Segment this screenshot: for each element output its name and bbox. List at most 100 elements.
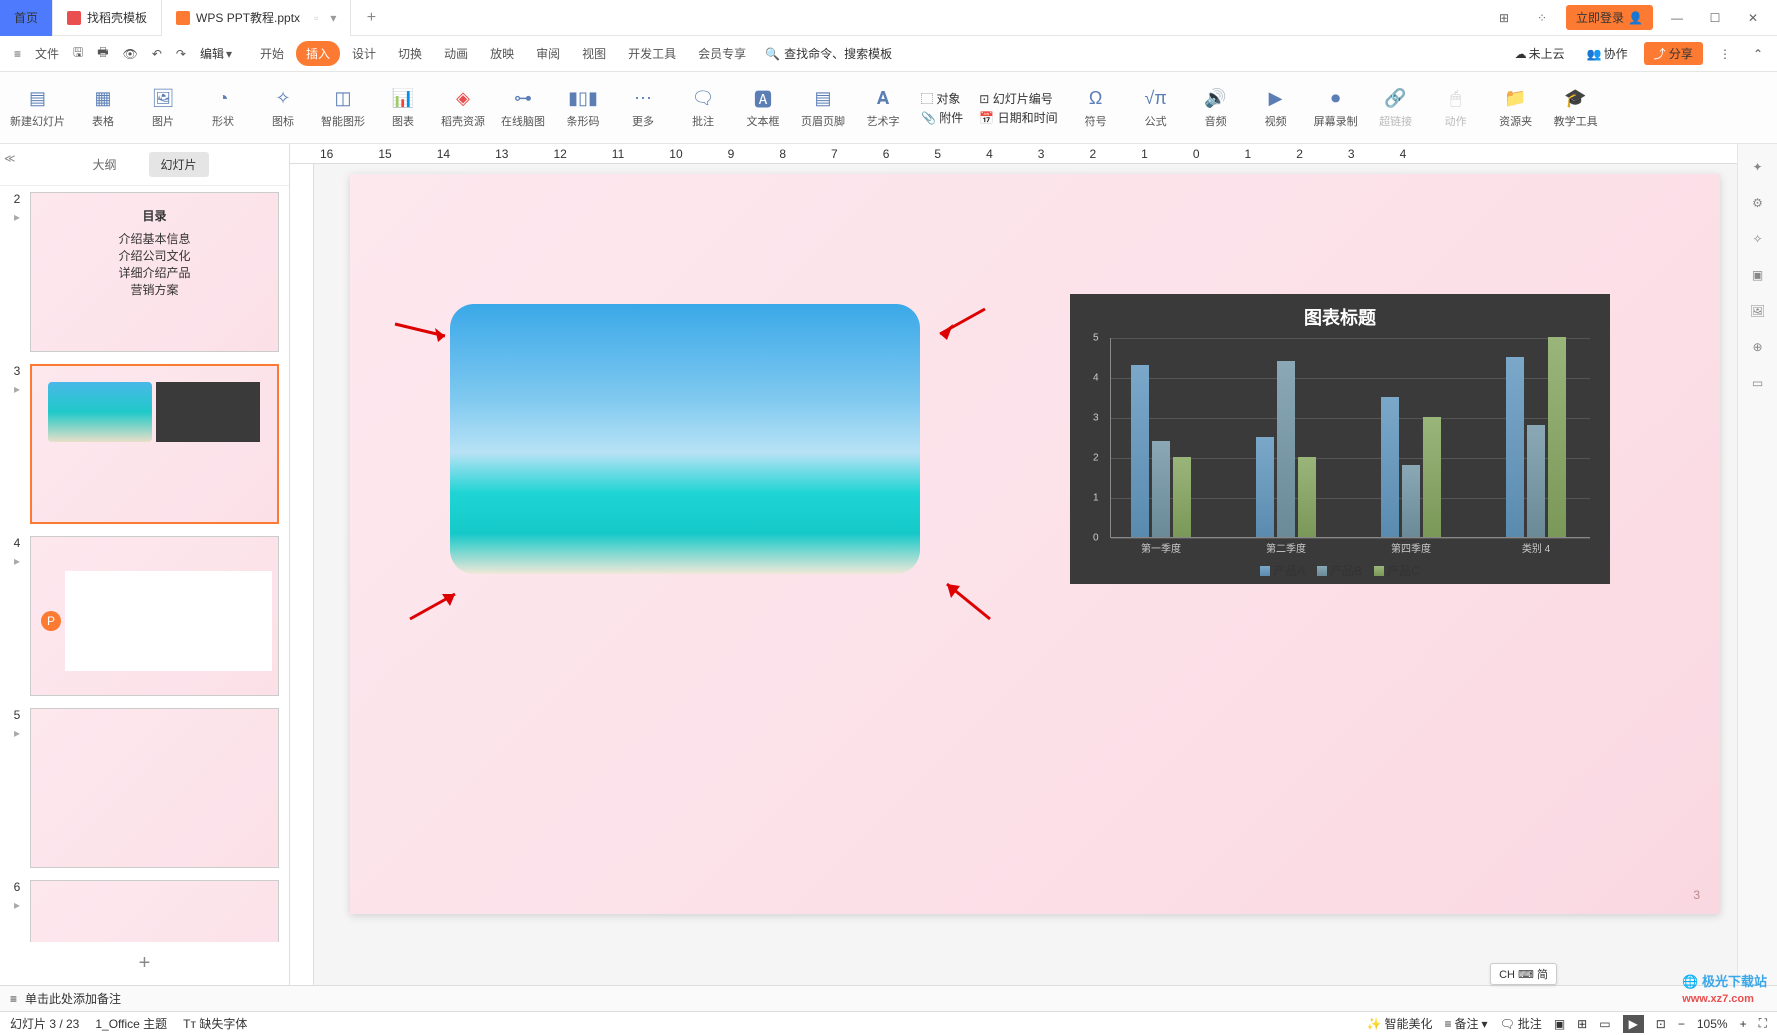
outline-tab[interactable]: 大纲	[80, 152, 128, 177]
slide-thumb-3[interactable]: 3▸	[10, 364, 279, 524]
comment-button[interactable]: 🗨批注	[681, 87, 725, 129]
layout-icon[interactable]: ⊞	[1490, 4, 1518, 32]
view-reading-icon[interactable]: ▭	[1599, 1017, 1610, 1031]
slide-thumb-4[interactable]: 4▸ P	[10, 536, 279, 696]
tab-start[interactable]: 开始	[250, 41, 294, 66]
view-sorter-icon[interactable]: ⊞	[1577, 1017, 1587, 1031]
new-slide-button[interactable]: ▤新建幻灯片	[10, 87, 65, 129]
action-button[interactable]: 🖱动作	[1434, 87, 1478, 129]
add-slide-button[interactable]: +	[0, 942, 289, 985]
search-icon: 🔍	[765, 47, 780, 61]
close-button[interactable]: ✕	[1739, 4, 1767, 32]
tab-transition[interactable]: 切换	[388, 41, 432, 66]
hyperlink-button[interactable]: 🔗超链接	[1374, 87, 1418, 129]
file-menu[interactable]: 文件	[29, 41, 65, 66]
slide-icon[interactable]: ▭	[1747, 372, 1769, 394]
headerfooter-button[interactable]: ▤页眉页脚	[801, 87, 845, 129]
tab-menu-icon[interactable]: ▫	[314, 11, 318, 25]
tab-slideshow[interactable]: 放映	[480, 41, 524, 66]
tab-view[interactable]: 视图	[572, 41, 616, 66]
tab-member[interactable]: 会员专享	[688, 41, 756, 66]
resources-button[interactable]: 📁资源夹	[1494, 87, 1538, 129]
print-icon[interactable]: 🖶	[91, 39, 114, 68]
edit-menu[interactable]: 编辑 ▾	[194, 41, 238, 66]
login-button[interactable]: 立即登录👤	[1566, 5, 1653, 30]
save-icon[interactable]: 🖫	[67, 39, 89, 68]
notes-bar[interactable]: ≡ 单击此处添加备注	[0, 985, 1777, 1011]
more-button[interactable]: ⋯更多	[621, 87, 665, 129]
settings-icon[interactable]: ⚙	[1747, 192, 1769, 214]
notes-toggle[interactable]: ≡ 备注 ▾	[1445, 1015, 1488, 1032]
view-normal-icon[interactable]: ▣	[1554, 1017, 1565, 1031]
textbox-button[interactable]: 🅰文本框	[741, 87, 785, 129]
slidenum-button[interactable]: ⊡ 幻灯片编号	[979, 90, 1057, 107]
shape-button[interactable]: ◔形状	[201, 87, 245, 129]
fullscreen-icon[interactable]: ⛶	[1759, 1016, 1767, 1031]
close-tab-icon[interactable]: ▾	[330, 11, 336, 25]
object-button[interactable]: ⬚ 对象	[921, 90, 963, 107]
slides-tab[interactable]: 幻灯片	[149, 152, 209, 177]
picture-button[interactable]: 🖼图片	[141, 87, 185, 129]
slide-thumb-2[interactable]: 2▸ 目录介绍基本信息介绍公司文化详细介绍产品营销方案	[10, 192, 279, 352]
more-menu-icon[interactable]: ⋮	[1713, 43, 1737, 65]
menu-icon[interactable]: ≡	[8, 43, 27, 65]
slide-thumb-5[interactable]: 5▸	[10, 708, 279, 868]
collapse-ribbon-icon[interactable]: ⌃	[1747, 43, 1769, 65]
apps-icon[interactable]: ⁘	[1528, 4, 1556, 32]
slideshow-button[interactable]: ▶	[1623, 1015, 1644, 1033]
tab-design[interactable]: 设计	[342, 41, 386, 66]
barcode-button[interactable]: ▮▯▮条形码	[561, 87, 605, 129]
not-cloud-button[interactable]: ☁ 未上云	[1509, 41, 1571, 66]
image-icon[interactable]: 🖼	[1747, 300, 1769, 322]
tab-review[interactable]: 审阅	[526, 41, 570, 66]
rlbl: 条形码	[567, 113, 600, 129]
equation-button[interactable]: √π公式	[1134, 87, 1178, 129]
slides-list[interactable]: 2▸ 目录介绍基本信息介绍公司文化详细介绍产品营销方案 3▸ 4▸ P 5▸ 6…	[0, 186, 289, 942]
tab-animation[interactable]: 动画	[434, 41, 478, 66]
tab-document[interactable]: WPS PPT教程.pptx▫▾	[162, 0, 351, 36]
minimize-button[interactable]: —	[1663, 4, 1691, 32]
maximize-button[interactable]: ☐	[1701, 4, 1729, 32]
tab-insert[interactable]: 插入	[296, 41, 340, 66]
command-search[interactable]: 🔍查找命令、搜索模板	[758, 42, 899, 65]
pin-icon[interactable]: ⊕	[1747, 336, 1769, 358]
icon-button[interactable]: ✧图标	[261, 87, 305, 129]
screenrec-button[interactable]: ⏺屏幕录制	[1314, 87, 1358, 129]
slide-canvas[interactable]: 图表标题 012345第一季度第二季度第四季度类别 4 产品A产品B产品C 3	[350, 174, 1720, 914]
tab-templates[interactable]: 找稻壳模板	[53, 0, 162, 36]
comments-toggle[interactable]: 🗨 批注	[1500, 1015, 1542, 1032]
wordart-button[interactable]: 𝐀艺术字	[861, 87, 905, 129]
add-tab-button[interactable]: +	[351, 9, 391, 27]
ime-indicator[interactable]: CH ⌨ 简	[1490, 963, 1557, 985]
undo-icon[interactable]: ↶	[146, 43, 168, 65]
docer-button[interactable]: ◈稻壳资源	[441, 87, 485, 129]
chart-button[interactable]: 📊图表	[381, 87, 425, 129]
tab-devtools[interactable]: 开发工具	[618, 41, 686, 66]
layout-icon[interactable]: ▣	[1747, 264, 1769, 286]
teaching-button[interactable]: 🎓教学工具	[1554, 87, 1598, 129]
video-button[interactable]: ▶视频	[1254, 87, 1298, 129]
preview-icon[interactable]: 👁	[117, 43, 144, 65]
collapse-panel-icon[interactable]: ≪	[4, 152, 16, 165]
tab-home[interactable]: 首页	[0, 0, 53, 36]
ai-icon[interactable]: ✦	[1747, 156, 1769, 178]
datetime-button[interactable]: 📅 日期和时间	[979, 109, 1057, 126]
beautify-button[interactable]: ✨ 智能美化	[1367, 1015, 1433, 1032]
audio-button[interactable]: 🔊音频	[1194, 87, 1238, 129]
style-icon[interactable]: ✧	[1747, 228, 1769, 250]
zoom-out-button[interactable]: −	[1678, 1017, 1685, 1031]
zoom-in-button[interactable]: +	[1740, 1017, 1747, 1031]
missing-font-button[interactable]: Tᴛ 缺失字体	[183, 1015, 247, 1032]
attachment-button[interactable]: 📎 附件	[921, 109, 963, 126]
symbol-button[interactable]: Ω符号	[1074, 87, 1118, 129]
slide-thumb-6[interactable]: 6▸	[10, 880, 279, 942]
collab-button[interactable]: 👥 协作	[1581, 41, 1634, 66]
beach-image[interactable]	[450, 304, 920, 574]
smartart-button[interactable]: ◫智能图形	[321, 87, 365, 129]
share-button[interactable]: ⤴ 分享	[1644, 42, 1703, 65]
chart-object[interactable]: 图表标题 012345第一季度第二季度第四季度类别 4 产品A产品B产品C	[1070, 294, 1610, 584]
mindmap-button[interactable]: ⊶在线脑图	[501, 87, 545, 129]
table-button[interactable]: ▦表格	[81, 87, 125, 129]
redo-icon[interactable]: ↷	[170, 43, 192, 65]
fit-icon[interactable]: ⊡	[1656, 1017, 1666, 1031]
